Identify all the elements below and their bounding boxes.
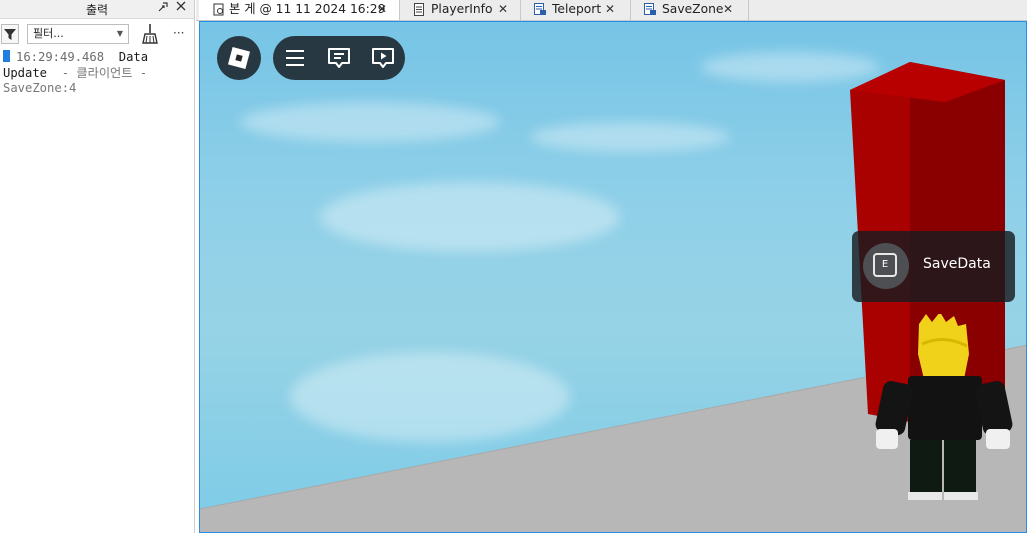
filter-input[interactable]: 필터... ▼: [27, 24, 129, 44]
close-icon[interactable]: ✕: [723, 0, 733, 19]
close-icon[interactable]: [174, 1, 188, 15]
roblox-logo-icon[interactable]: [217, 36, 261, 80]
output-toolbar: 필터... ▼ ···: [0, 20, 194, 48]
game-viewport[interactable]: E SaveData: [199, 21, 1027, 533]
play-bubble-icon[interactable]: [371, 46, 395, 70]
log-entry-cont: Update - 클라이언트 -: [3, 66, 193, 82]
hamburger-menu-icon[interactable]: [283, 46, 307, 70]
script-icon: [413, 3, 425, 16]
logo-mark: [227, 46, 251, 70]
log-timestamp: 16:29:49.468: [16, 50, 105, 64]
tab-game[interactable]: 본 게 @ 11 11 2024 16:29 ✕: [199, 0, 400, 20]
tab-teleport[interactable]: Teleport ✕: [521, 0, 631, 20]
chevron-down-icon: ▼: [116, 29, 123, 38]
close-icon[interactable]: ✕: [605, 0, 615, 19]
localscript-icon: [644, 3, 656, 16]
prompt-action-text: SaveData: [923, 256, 991, 272]
tab-label: Teleport: [552, 2, 602, 16]
log-area: 16:29:49.468 Data Update - 클라이언트 - SaveZ…: [0, 50, 193, 97]
hud-topbar: [273, 36, 405, 80]
tab-label: PlayerInfo: [431, 2, 493, 16]
log-entry: 16:29:49.468 Data: [3, 50, 193, 66]
game-icon: [213, 3, 225, 16]
tab-label: 본 게 @ 11 11 2024 16:29: [229, 2, 386, 16]
log-source-link[interactable]: SaveZone:4: [3, 81, 76, 95]
more-options-icon[interactable]: ···: [173, 23, 184, 43]
log-message-cont: Update: [3, 65, 48, 80]
filter-icon[interactable]: [1, 24, 19, 44]
log-context: - 클라이언트 -: [61, 65, 148, 80]
log-entry-source: SaveZone:4: [3, 81, 193, 97]
chat-icon[interactable]: [327, 46, 351, 70]
close-icon[interactable]: ✕: [498, 0, 508, 19]
output-title-bar: 출력: [0, 0, 194, 19]
tab-label: SaveZone: [662, 2, 724, 16]
undock-icon[interactable]: [156, 1, 170, 15]
filter-placeholder: 필터...: [33, 27, 64, 40]
localscript-icon: [534, 3, 546, 16]
key-indicator: E: [863, 243, 909, 289]
close-icon[interactable]: ✕: [377, 0, 387, 19]
proximity-prompt[interactable]: E SaveData: [852, 231, 1015, 302]
document-tabs: 본 게 @ 11 11 2024 16:29 ✕ PlayerInfo ✕ Te…: [196, 0, 1027, 21]
player-avatar: [875, 314, 1013, 500]
log-message: Data: [118, 50, 149, 64]
key-label: E: [873, 253, 897, 277]
log-level-marker: [3, 50, 10, 62]
tab-playerinfo[interactable]: PlayerInfo ✕: [400, 0, 521, 20]
broom-icon[interactable]: [140, 23, 160, 45]
tab-savezone[interactable]: SaveZone ✕: [631, 0, 749, 20]
output-panel: 출력 필터... ▼ ··· 16:29:49.468 Data Update …: [0, 0, 195, 533]
